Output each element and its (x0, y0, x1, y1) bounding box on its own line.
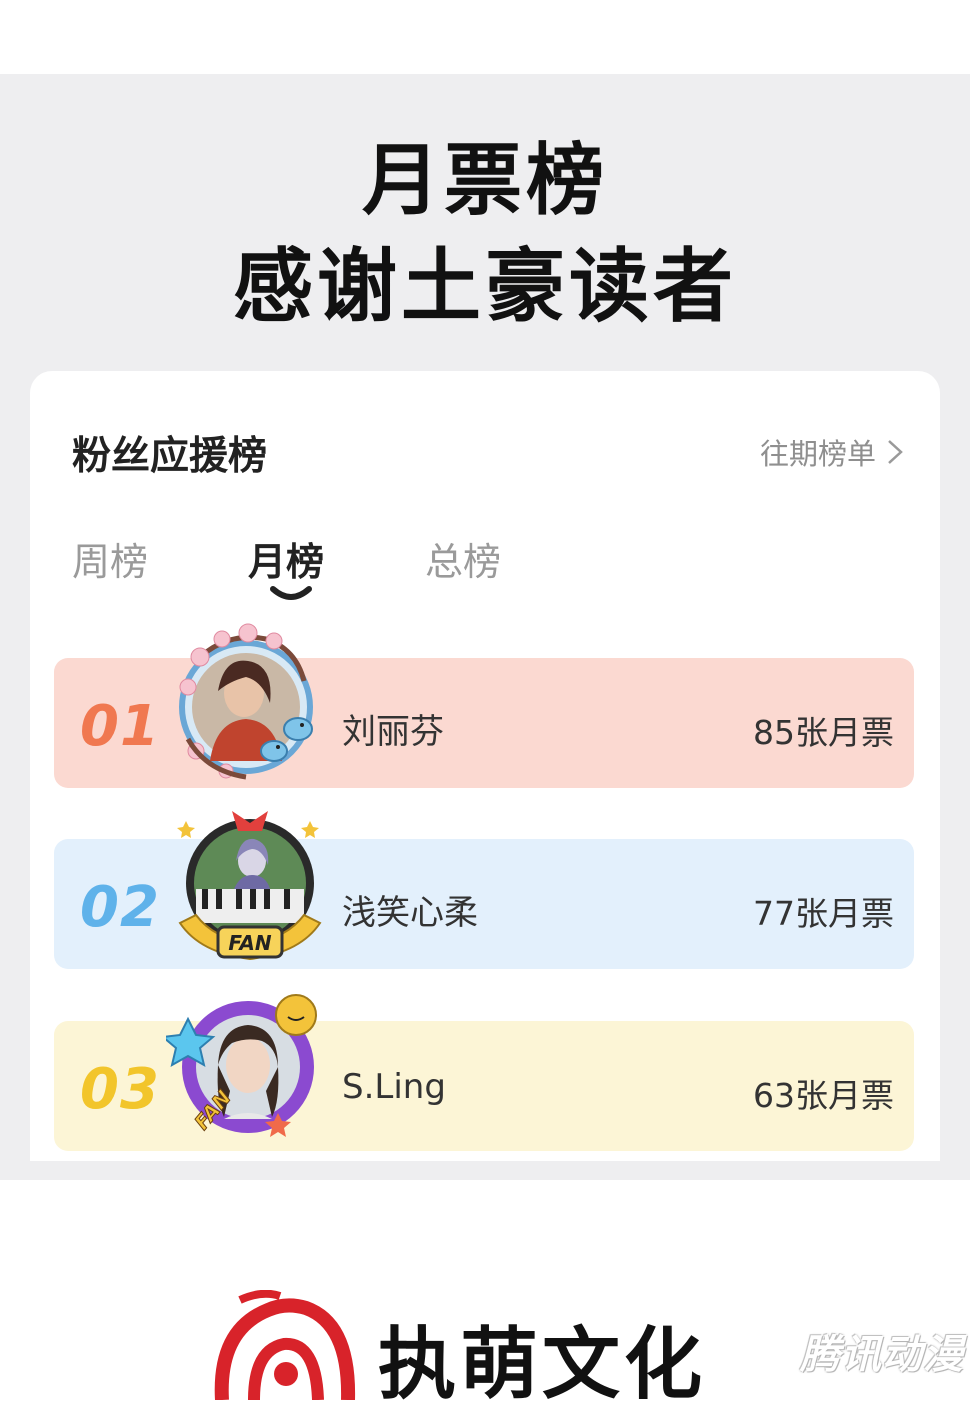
watermark-text: 腾讯动漫 (800, 1332, 964, 1378)
ticket-count: 85张月票 (753, 713, 894, 752)
top-margin (0, 0, 970, 74)
fan-name: S.Ling (342, 1067, 446, 1107)
rank-number: 01 (80, 694, 160, 759)
avatar-star-ring-frame-icon: FAN (160, 994, 317, 1137)
avatar-fan-badge-frame-icon: FAN (177, 811, 322, 961)
brand-logo-icon (214, 1290, 356, 1400)
fan-name: 浅笑心柔 (342, 893, 478, 933)
tab-monthly[interactable]: 月榜 (248, 531, 324, 586)
rank-number: 02 (80, 875, 160, 940)
tab-weekly[interactable]: 周榜 (72, 531, 148, 586)
svg-text:FAN: FAN (228, 931, 272, 955)
headline-thanks: 感谢土豪读者 (233, 240, 737, 333)
ticket-count: 63张月票 (753, 1076, 894, 1115)
chevron-right-icon (888, 440, 903, 464)
card-title: 粉丝应援榜 (72, 434, 268, 479)
tab-total[interactable]: 总榜 (425, 531, 501, 586)
ticket-count: 77张月票 (753, 894, 894, 933)
rank-number: 03 (80, 1057, 160, 1122)
avatar-fan-2[interactable]: FAN (170, 803, 330, 973)
avatar-fan-3[interactable]: FAN (160, 981, 326, 1151)
brand-name: 执萌文化 (378, 1320, 707, 1410)
history-link-label: 往期榜单 (759, 437, 876, 471)
headline-title: 月票榜 (361, 136, 608, 226)
history-ranking-link[interactable]: 往期榜单 (760, 431, 904, 473)
fan-support-card: 粉丝应援榜 往期榜单 周榜 月榜 总榜 01 刘丽芬 85张月票 02 浅笑心柔… (30, 371, 940, 1161)
fan-name: 刘丽芬 (342, 712, 444, 752)
avatar-blossom-frame-icon (179, 623, 313, 780)
avatar-fan-1[interactable] (166, 621, 326, 791)
footer-brand-area: 执萌文化 腾讯动漫 (0, 1180, 970, 1410)
active-tab-indicator (270, 586, 312, 600)
